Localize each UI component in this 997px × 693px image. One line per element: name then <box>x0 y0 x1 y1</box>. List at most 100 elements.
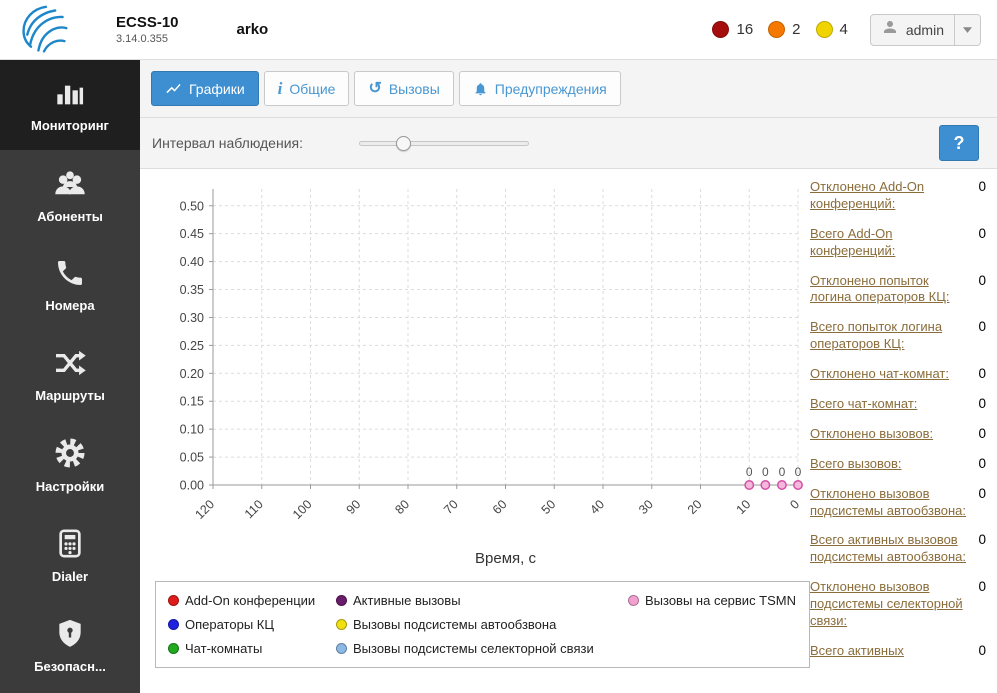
system-name: arko <box>236 21 269 38</box>
sidebar-item-dialer[interactable]: Dialer <box>0 510 140 600</box>
eltex-logo-icon <box>18 4 70 56</box>
sidebar-item-settings[interactable]: Настройки <box>0 420 140 510</box>
tab-calls[interactable]: ↺ Вызовы <box>354 71 454 106</box>
tab-general[interactable]: i Общие <box>263 71 350 106</box>
sidebar-item-numbers[interactable]: Номера <box>0 240 140 330</box>
user-menu[interactable]: admin <box>869 13 981 46</box>
stat-item: Отклонено вызовов: 0 <box>810 426 986 443</box>
alarm-critical[interactable]: 16 <box>712 21 753 38</box>
svg-text:0.20: 0.20 <box>180 367 204 381</box>
stat-link[interactable]: Всего активных вызовов подсистемы автооб… <box>810 532 969 566</box>
alarm-major[interactable]: 2 <box>768 21 801 38</box>
svg-text:0: 0 <box>762 465 769 479</box>
sidebar-item-label: Номера <box>45 298 95 313</box>
stat-item: Отклонено чат-комнат: 0 <box>810 366 986 383</box>
svg-text:Время, с: Время, с <box>475 550 536 567</box>
stat-link[interactable]: Всего Add-On конференций: <box>810 226 969 260</box>
stat-link[interactable]: Отклонено Add-On конференций: <box>810 179 969 213</box>
legend-color-dot <box>168 643 179 654</box>
stat-link[interactable]: Отклонено вызовов подсистемы автообзвона… <box>810 486 969 520</box>
tab-graphs[interactable]: Графики <box>151 71 259 106</box>
svg-text:10: 10 <box>734 497 754 517</box>
legend-item-autodial-calls[interactable]: Вызовы подсистемы автообзвона <box>336 617 628 632</box>
stat-value: 0 <box>978 455 986 471</box>
alarm-major-icon <box>768 21 786 38</box>
chart-column: 0.00 0.05 0.10 0.15 0.20 0.25 0.30 0.35 0.40 0.45… <box>155 175 810 693</box>
shield-icon <box>54 617 86 650</box>
svg-text:110: 110 <box>242 497 266 521</box>
stat-item: Всего активных 0 <box>810 643 986 660</box>
stat-value: 0 <box>978 485 986 501</box>
svg-text:90: 90 <box>344 497 364 517</box>
svg-text:0.10: 0.10 <box>180 423 204 437</box>
legend-item-conference-calls[interactable]: Вызовы подсистемы селекторной связи <box>336 641 628 656</box>
app-name: ECSS-10 <box>116 14 179 31</box>
stat-value: 0 <box>978 642 986 658</box>
alarm-minor[interactable]: 4 <box>815 21 848 38</box>
stat-value: 0 <box>978 532 986 548</box>
stat-link[interactable]: Отклонено вызовов подсистемы селекторной… <box>810 579 969 630</box>
shuffle-icon <box>52 347 88 379</box>
svg-text:0.15: 0.15 <box>180 395 204 409</box>
user-name: admin <box>905 21 944 38</box>
tab-warnings[interactable]: Предупреждения <box>458 71 621 106</box>
legend-label: Операторы КЦ <box>185 617 274 632</box>
svg-text:0: 0 <box>787 497 802 512</box>
interval-slider-thumb[interactable] <box>396 135 412 151</box>
svg-text:0.35: 0.35 <box>180 283 204 297</box>
sidebar-item-subscribers[interactable]: Абоненты <box>0 150 140 240</box>
legend-color-dot <box>168 595 179 606</box>
line-chart-icon <box>165 80 182 97</box>
sidebar-item-label: Безопасн... <box>34 658 106 674</box>
stat-value: 0 <box>978 225 986 241</box>
legend-color-dot <box>336 643 347 654</box>
legend-item-chat-rooms[interactable]: Чат-комнаты <box>168 641 336 656</box>
svg-text:120: 120 <box>192 497 217 522</box>
chart-legend: Add-On конференции Операторы КЦ Чат-комн… <box>155 581 810 668</box>
stat-item: Отклонено вызовов подсистемы селекторной… <box>810 579 986 630</box>
legend-color-dot <box>336 595 347 606</box>
sidebar-item-label: Абоненты <box>37 208 103 224</box>
stat-item: Всего вызовов: 0 <box>810 456 986 473</box>
user-menu-main[interactable]: admin <box>871 15 954 45</box>
legend-color-dot <box>336 619 347 630</box>
stat-link[interactable]: Всего попыток логина операторов КЦ: <box>810 319 969 353</box>
stat-value: 0 <box>978 366 986 382</box>
line-chart: 0.00 0.05 0.10 0.15 0.20 0.25 0.30 0.35 0.40 0.45… <box>180 189 803 567</box>
legend-item-addon-conf[interactable]: Add-On конференции <box>168 593 336 608</box>
stat-link[interactable]: Отклонено вызовов: <box>810 426 969 443</box>
stat-item: Отклонено Add-On конференций: 0 <box>810 179 986 213</box>
legend-item-tsmn-calls[interactable]: Вызовы на сервис TSMN <box>628 593 797 608</box>
stat-link[interactable]: Всего вызовов: <box>810 456 969 473</box>
sidebar-item-label: Dialer <box>51 568 89 584</box>
stat-link[interactable]: Отклонено чат-комнат: <box>810 366 969 383</box>
help-button[interactable]: ? <box>939 125 979 161</box>
user-menu-toggle[interactable] <box>954 14 980 45</box>
svg-text:0.40: 0.40 <box>180 255 204 269</box>
app-identity: ECSS-10 3.14.0.355 <box>116 14 179 45</box>
stat-link[interactable]: Всего чат-комнат: <box>810 396 969 413</box>
svg-text:0: 0 <box>746 465 753 479</box>
svg-text:0.00: 0.00 <box>180 479 204 493</box>
legend-color-dot <box>168 619 179 630</box>
app-version: 3.14.0.355 <box>116 33 168 45</box>
stat-item: Отклонено вызовов подсистемы автообзвона… <box>810 486 986 520</box>
legend-item-active-calls[interactable]: Активные вызовы <box>336 593 628 608</box>
svg-text:0: 0 <box>779 465 786 479</box>
svg-text:100: 100 <box>290 497 315 522</box>
sidebar-item-routes[interactable]: Маршруты <box>0 330 140 420</box>
sidebar-item-monitoring[interactable]: Мониторинг <box>0 60 140 150</box>
svg-text:20: 20 <box>685 497 705 517</box>
sidebar-item-label: Настройки <box>35 479 105 494</box>
interval-slider-track[interactable] <box>359 140 529 146</box>
legend-label: Add-On конференции <box>185 593 316 608</box>
interval-slider[interactable] <box>359 135 529 151</box>
legend-item-cc-operators[interactable]: Операторы КЦ <box>168 617 336 632</box>
sidebar-item-security[interactable]: Безопасн... <box>0 600 140 690</box>
stat-link[interactable]: Всего активных <box>810 643 969 660</box>
sidebar: Мониторинг Абоненты Номера Маршруты Наст… <box>0 60 140 693</box>
stat-link[interactable]: Отклонено попыток логина операторов КЦ: <box>810 273 969 307</box>
svg-text:0: 0 <box>795 465 802 479</box>
stat-value: 0 <box>978 579 986 595</box>
stat-item: Всего Add-On конференций: 0 <box>810 226 986 260</box>
